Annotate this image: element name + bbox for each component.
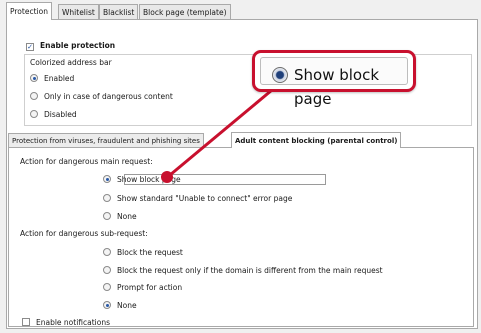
tab-protection[interactable]: Protection bbox=[6, 2, 52, 20]
callout-frame: Show block page bbox=[260, 57, 408, 108]
radio-selected-large-icon bbox=[272, 67, 288, 83]
zoom-callout: Show block page bbox=[252, 50, 416, 108]
callout-label: Show block page bbox=[294, 66, 380, 108]
callout-dot-icon bbox=[161, 171, 173, 183]
subtab-adult-content[interactable]: Adult content blocking (parental control… bbox=[231, 132, 402, 148]
